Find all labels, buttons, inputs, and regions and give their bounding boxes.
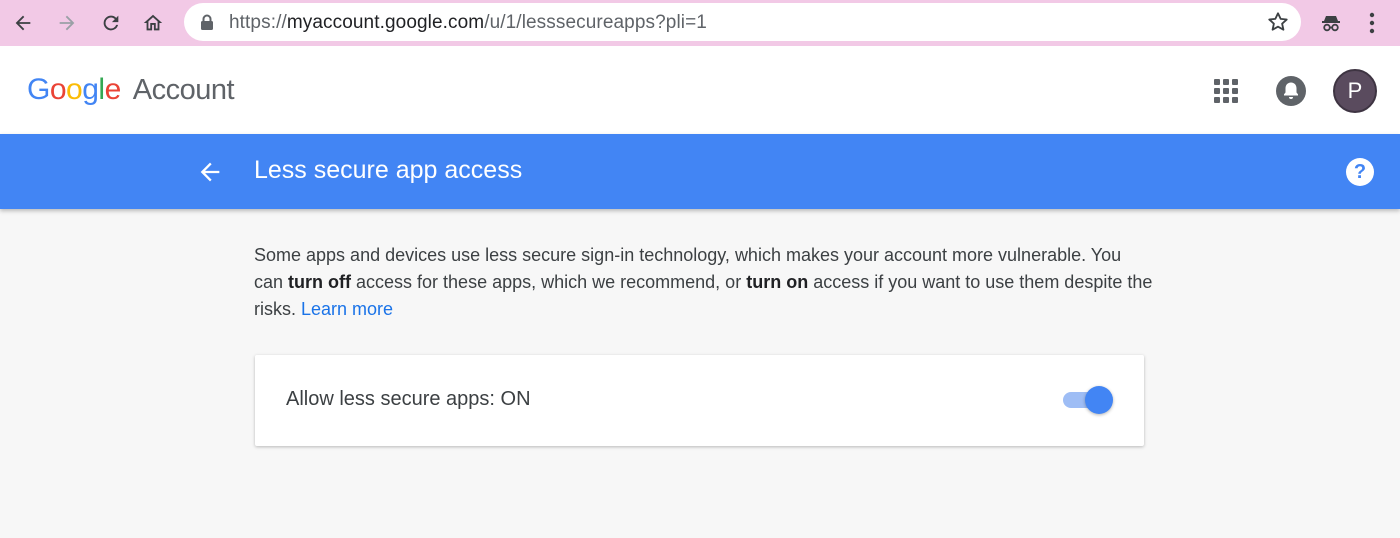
- url-text: https://myaccount.google.com/u/1/lesssec…: [229, 12, 707, 34]
- reload-icon[interactable]: [97, 9, 125, 37]
- incognito-icon[interactable]: [1317, 9, 1345, 37]
- url-scheme: https://: [229, 12, 287, 33]
- logo-letter: g: [82, 73, 99, 106]
- url-host: myaccount.google.com: [286, 12, 485, 33]
- back-arrow-icon[interactable]: [196, 158, 224, 191]
- account-header: Google Account P: [0, 46, 1400, 134]
- setting-label: Allow less secure apps: ON: [286, 388, 531, 410]
- account-label: Account: [132, 74, 235, 106]
- bookmark-star-icon[interactable]: [1267, 11, 1289, 38]
- logo-letter: o: [66, 73, 83, 106]
- page-title: Less secure app access: [254, 156, 523, 184]
- logo-letter: e: [104, 73, 122, 106]
- address-bar[interactable]: https://myaccount.google.com/u/1/lesssec…: [184, 3, 1301, 41]
- notifications-bell-icon[interactable]: [1276, 76, 1306, 106]
- help-icon[interactable]: ?: [1346, 158, 1374, 186]
- setting-card: Allow less secure apps: ON: [255, 355, 1144, 446]
- description-text: Some apps and devices use less secure si…: [254, 242, 1154, 323]
- browser-toolbar: https://myaccount.google.com/u/1/lesssec…: [0, 0, 1400, 46]
- url-path: /u/1/lesssecureapps?pli=1: [484, 12, 707, 33]
- desc-bold: turn off: [288, 272, 352, 292]
- back-arrow-icon[interactable]: [9, 9, 37, 37]
- toggle-thumb: [1085, 386, 1113, 414]
- avatar[interactable]: P: [1333, 69, 1377, 113]
- desc-text: access for these apps, which we recommen…: [351, 272, 747, 292]
- allow-less-secure-apps-toggle[interactable]: [1063, 386, 1113, 414]
- learn-more-link[interactable]: Learn more: [301, 299, 393, 319]
- logo-letter: G: [27, 73, 50, 106]
- logo-letter: o: [49, 73, 67, 106]
- google-account-logo[interactable]: Google Account: [27, 73, 235, 107]
- lock-icon: [200, 14, 214, 35]
- browser-menu-icon[interactable]: [1358, 9, 1386, 37]
- page-title-bar: Less secure app access ?: [0, 134, 1400, 209]
- desc-bold: turn on: [746, 272, 809, 292]
- forward-arrow-icon[interactable]: [53, 9, 81, 37]
- home-icon[interactable]: [139, 9, 167, 37]
- google-apps-icon[interactable]: [1214, 79, 1238, 103]
